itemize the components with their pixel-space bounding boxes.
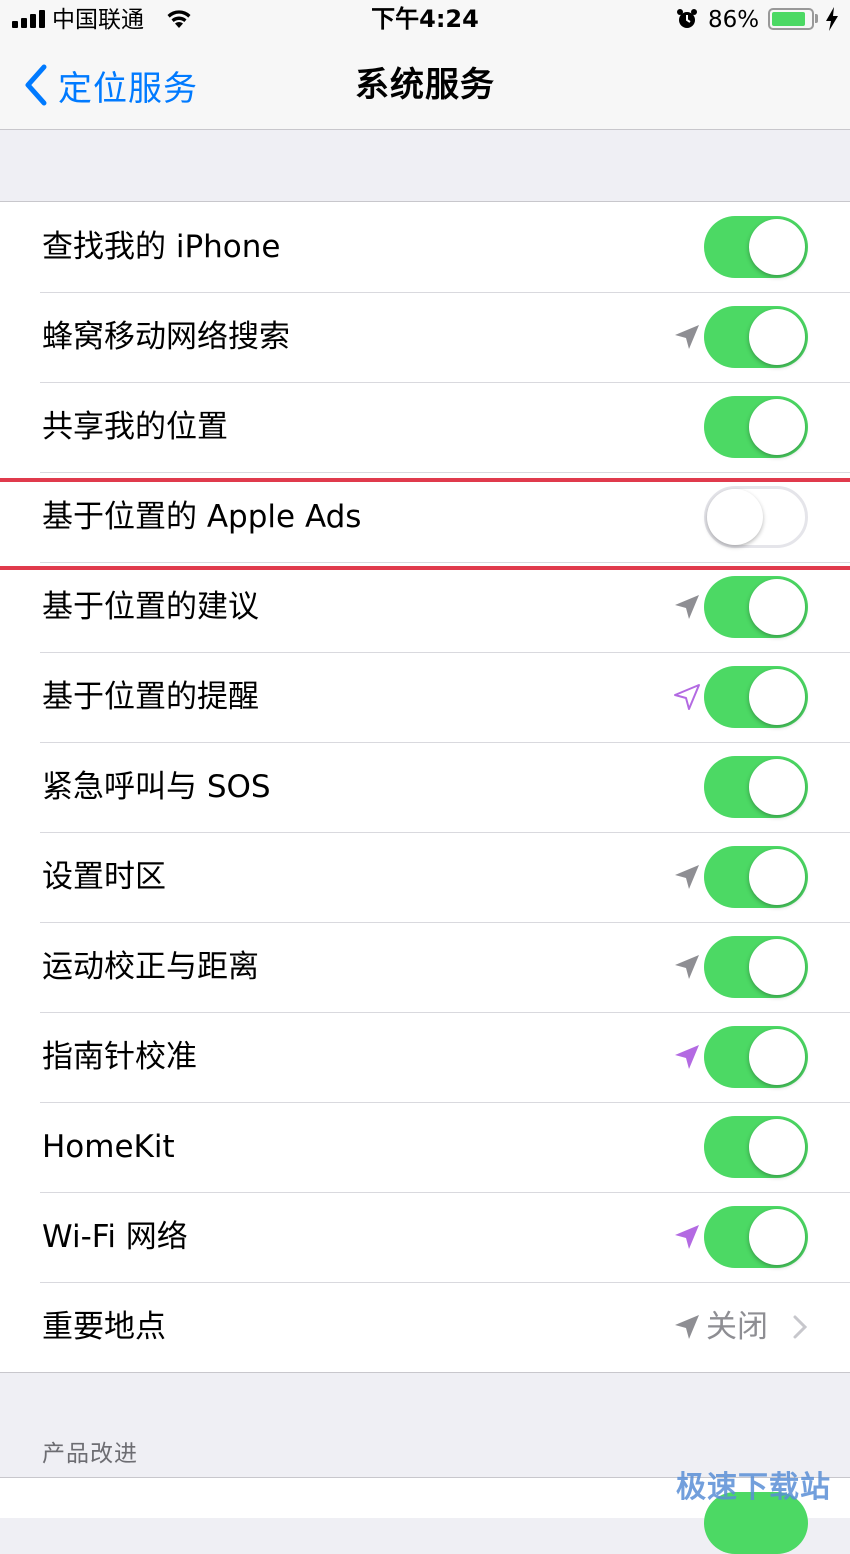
toggle-switch[interactable] — [704, 216, 808, 278]
toggle-switch[interactable] — [704, 1206, 808, 1268]
navigation-bar: 定位服务 系统服务 — [0, 40, 850, 130]
toggle-switch[interactable] — [704, 1026, 808, 1088]
list-item: 紧急呼叫与 SOS — [0, 742, 850, 832]
location-arrow-icon — [675, 1045, 699, 1069]
list-item: 查找我的 iPhone — [0, 202, 850, 292]
toggle-knob — [749, 309, 805, 365]
list-item-label: 共享我的位置 — [42, 409, 228, 445]
toggle-switch[interactable] — [704, 1116, 808, 1178]
list-item-label: 紧急呼叫与 SOS — [42, 769, 271, 805]
list-item-label: 查找我的 iPhone — [42, 229, 281, 265]
location-arrow-icon — [675, 1225, 699, 1249]
list-item: 设置时区 — [0, 832, 850, 922]
toggle-switch[interactable] — [704, 306, 808, 368]
toggle-knob — [749, 219, 805, 275]
toggle-switch[interactable] — [704, 846, 808, 908]
list-item-label: HomeKit — [42, 1129, 175, 1165]
toggle-knob — [749, 1209, 805, 1265]
toggle-knob — [749, 579, 805, 635]
status-bar: 中国联通 下午4:24 86% — [0, 0, 850, 40]
battery-percent: 86% — [708, 7, 760, 33]
watermark: 极速下载站 — [676, 1470, 831, 1505]
list-item: HomeKit — [0, 1102, 850, 1192]
list-item: 运动校正与距离 — [0, 922, 850, 1012]
location-arrow-icon — [675, 865, 699, 889]
alarm-icon — [677, 9, 697, 28]
list-item: 基于位置的建议 — [0, 562, 850, 652]
location-arrow-icon — [674, 684, 700, 710]
battery-cap — [815, 14, 818, 23]
list-item-label: 基于位置的建议 — [42, 589, 259, 625]
toggle-switch[interactable] — [704, 756, 808, 818]
list-item-label: 基于位置的 Apple Ads — [42, 499, 362, 535]
list-item-label: 蜂窝移动网络搜索 — [42, 319, 290, 355]
location-arrow-icon — [675, 595, 699, 619]
list-item: 基于位置的 Apple Ads — [0, 472, 850, 562]
toggle-switch[interactable] — [704, 486, 808, 548]
toggle-knob — [749, 939, 805, 995]
toggle-switch[interactable] — [704, 936, 808, 998]
location-arrow-icon — [675, 955, 699, 979]
toggle-knob — [749, 849, 805, 905]
location-arrow-icon — [675, 1315, 699, 1339]
toggle-knob — [749, 399, 805, 455]
list-item: 基于位置的提醒 — [0, 652, 850, 742]
list-item-label: 设置时区 — [42, 859, 166, 895]
toggle-switch[interactable] — [704, 396, 808, 458]
list-item: 指南针校准 — [0, 1012, 850, 1102]
location-arrow-icon — [675, 325, 699, 349]
list-item-label: 运动校正与距离 — [42, 949, 259, 985]
toggle-switch[interactable] — [704, 576, 808, 638]
toggle-switch[interactable] — [704, 666, 808, 728]
charging-bolt-icon — [826, 7, 838, 31]
battery-icon — [768, 8, 814, 30]
toggle-knob — [749, 669, 805, 725]
list-item-label: Wi-Fi 网络 — [42, 1219, 188, 1255]
list-item-value: 关闭 — [706, 1309, 768, 1345]
toggle-knob — [749, 759, 805, 815]
toggle-knob — [749, 1119, 805, 1175]
list-item-label: 基于位置的提醒 — [42, 679, 259, 715]
toggle-knob — [749, 1029, 805, 1085]
system-services-list: 查找我的 iPhone 蜂窝移动网络搜索 共享我的位置基于位置的 Apple Ads… — [0, 201, 850, 1373]
list-item-label: 指南针校准 — [42, 1039, 197, 1075]
battery-fill — [772, 12, 805, 26]
page-title: 系统服务 — [355, 65, 495, 105]
list-item: Wi-Fi 网络 — [0, 1192, 850, 1282]
toggle-knob — [707, 489, 763, 545]
section-header-product-improvement: 产品改进 — [42, 1441, 138, 1467]
list-item: 蜂窝移动网络搜索 — [0, 292, 850, 382]
list-item-label: 重要地点 — [42, 1309, 166, 1345]
list-item: 共享我的位置 — [0, 382, 850, 472]
list-item[interactable]: 重要地点 关闭 — [0, 1282, 850, 1372]
chevron-right-icon — [793, 1315, 808, 1339]
